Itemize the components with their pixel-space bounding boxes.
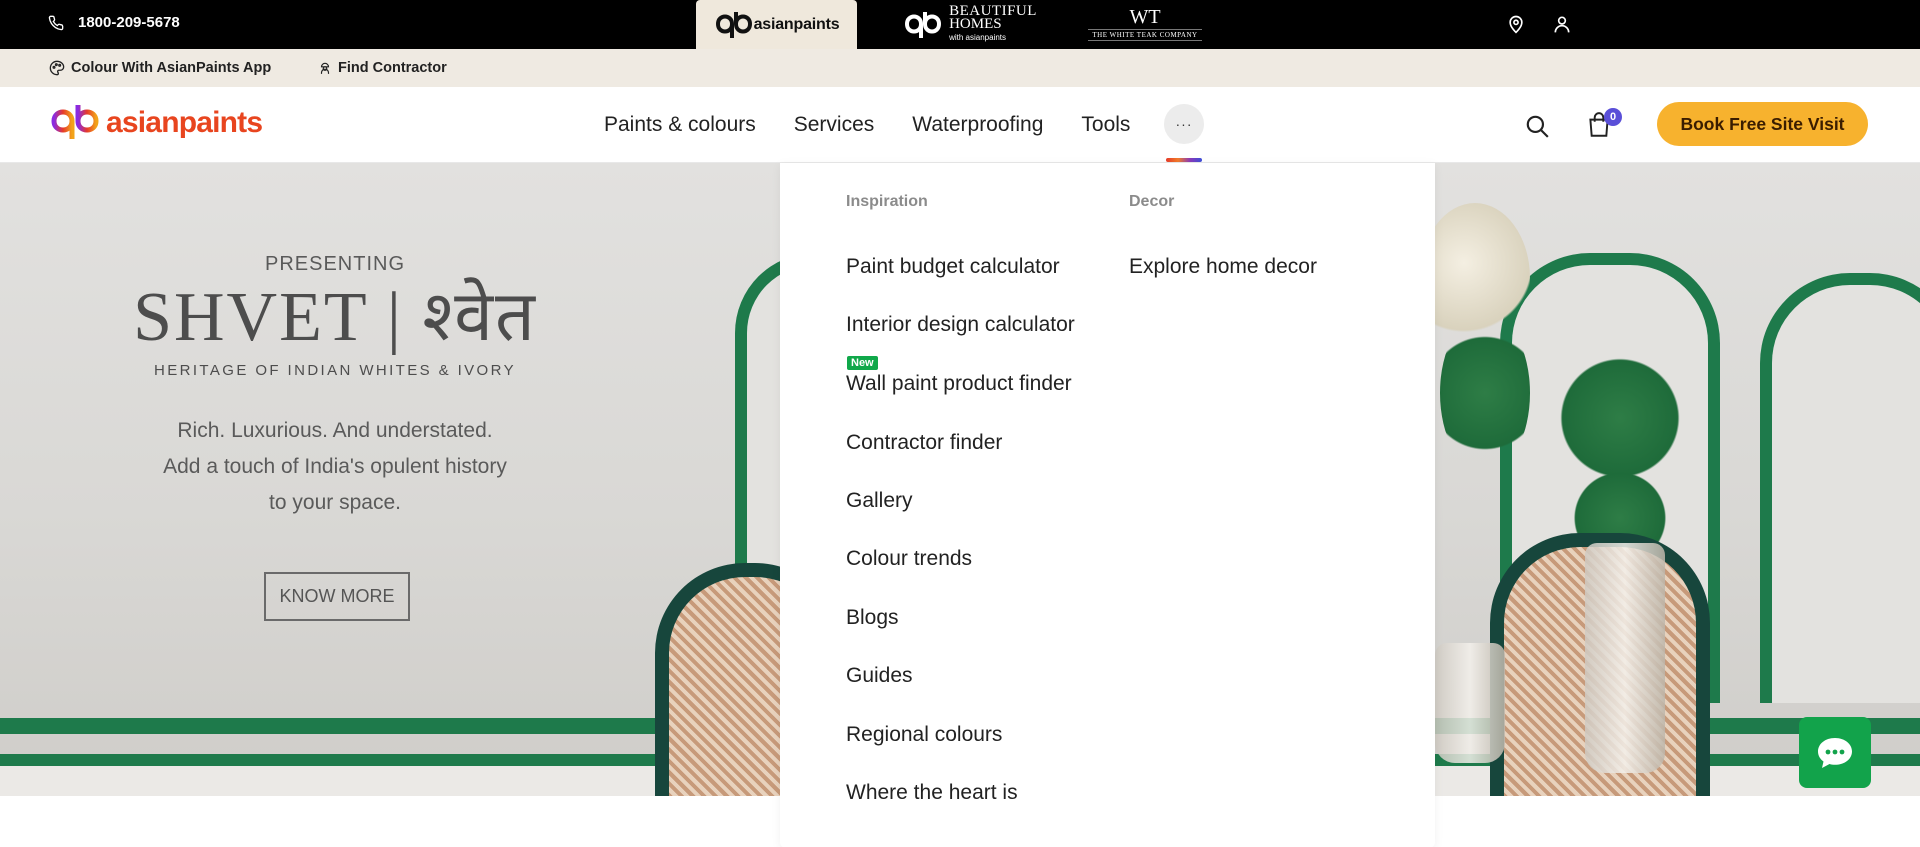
menu-paint-budget-calculator[interactable]: Paint budget calculator [846,255,1060,279]
site-logo[interactable]: asianpaints [48,103,263,143]
hero-copy: PRESENTING SHVET | श्वेत HERITAGE OF IND… [130,253,540,521]
decor-heading: Decor [1129,193,1175,210]
menu-guides[interactable]: Guides [846,664,913,688]
nav-waterproofing[interactable]: Waterproofing [912,113,1043,137]
decorative-arch [1760,273,1920,703]
fern-image [1440,313,1530,473]
nav-services[interactable]: Services [794,113,875,137]
menu-where-the-heart-is[interactable]: Where the heart is [846,781,1018,805]
beautiful-homes-word2: HOMES [949,16,1002,32]
beautiful-homes-tagline: with asianpaints [949,33,1006,42]
hero-subtitle: HERITAGE OF INDIAN WHITES & IVORY [153,362,516,379]
more-menu-button[interactable]: ··· [1164,104,1204,144]
page: 1800-209-5678 asianpaints BEAUTIFUL HOME… [0,0,1920,847]
phone-link[interactable]: 1800-209-5678 [48,14,180,31]
brand-tab-label: asianpaints [753,15,840,33]
menu-blogs[interactable]: Blogs [846,606,899,630]
white-teak-name: THE WHITE TEAK COMPANY [1088,29,1202,41]
main-header: asianpaints Paints & colours Services Wa… [0,87,1920,163]
user-icon[interactable] [1552,13,1572,35]
phone-number: 1800-209-5678 [78,14,180,31]
beautiful-homes-logo-icon [905,11,942,38]
location-pin-icon[interactable] [1506,13,1526,35]
menu-gallery[interactable]: Gallery [846,489,913,513]
worker-icon [320,62,330,74]
hero-presenting: PRESENTING [264,253,406,275]
menu-interior-design-calculator[interactable]: Interior design calculator [846,313,1075,337]
colour-app-link[interactable]: Colour With AsianPaints App [49,60,271,76]
chat-bubble-icon [1818,737,1852,768]
nav-tools[interactable]: Tools [1081,113,1130,137]
menu-regional-colours[interactable]: Regional colours [846,723,1002,747]
hero-description-line: Rich. Luxurious. And understated. [177,419,493,442]
brand-tab-asianpaints[interactable]: asianpaints [696,0,857,49]
phone-icon [48,15,64,30]
palette-icon [49,60,65,76]
find-contractor-label: Find Contractor [338,60,447,76]
colour-app-label: Colour With AsianPaints App [71,60,272,76]
chat-button[interactable] [1799,717,1871,788]
white-teak-monogram: WT [1129,6,1161,28]
main-nav: Paints & colours Services Waterproofing … [604,113,1130,137]
active-menu-indicator [1166,158,1202,162]
menu-colour-trends[interactable]: Colour trends [846,547,972,571]
search-icon[interactable] [1524,113,1550,139]
utility-bar: Colour With AsianPaints App Find Contrac… [0,49,1920,87]
hero-description: Rich. Luxurious. And understated. Add a … [130,413,540,521]
candle-holder-image [1435,643,1505,763]
nav-paints-colours[interactable]: Paints & colours [604,113,756,137]
asianpaints-logo-icon [715,11,752,38]
inspiration-heading: Inspiration [846,193,928,210]
menu-contractor-finder[interactable]: Contractor finder [846,431,1002,455]
menu-wall-paint-product-finder[interactable]: Wall paint product finder [846,372,1072,396]
cart-count-badge: 0 [1604,108,1622,126]
hero-title: SHVET | श्वेत [133,279,537,356]
top-bar: 1800-209-5678 asianpaints BEAUTIFUL HOME… [0,0,1920,49]
logo-wordmark: asianpaints [106,106,263,139]
hero-description-line: Add a touch of India's opulent history [163,455,507,478]
book-site-visit-button[interactable]: Book Free Site Visit [1657,102,1868,146]
find-contractor-link[interactable]: Find Contractor [318,60,447,76]
brand-tab-beautiful-homes[interactable]: BEAUTIFUL HOMES with asianpaints [895,0,1045,49]
new-badge: New [847,356,878,370]
brand-tab-white-teak[interactable]: WT THE WHITE TEAK COMPANY [1085,0,1205,49]
menu-explore-home-decor[interactable]: Explore home decor [1129,255,1317,279]
more-dropdown-menu: Inspiration Decor Paint budget calculato… [780,163,1435,847]
hero-description-line: to your space. [269,491,401,514]
know-more-button[interactable]: KNOW MORE [264,572,410,621]
asianpaints-logo-icon [51,105,99,139]
glass-vase-image [1585,543,1665,773]
